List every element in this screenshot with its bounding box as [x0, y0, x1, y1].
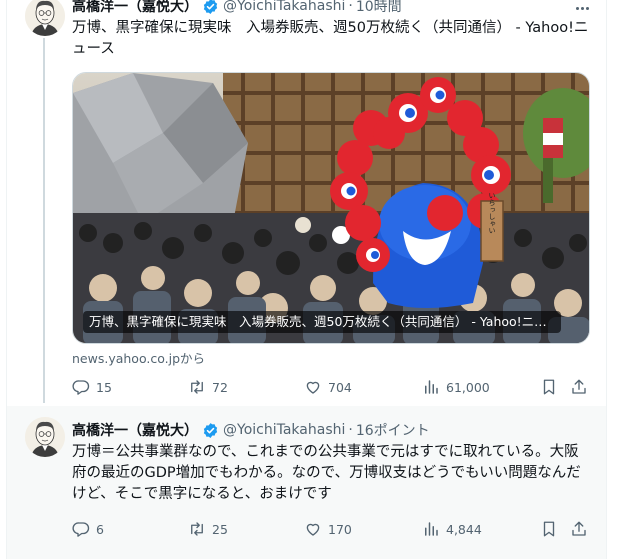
thread-connector-line: [43, 38, 45, 403]
share-button[interactable]: [570, 376, 588, 398]
link-card[interactable]: いらっしゃい 万博、黒字確保に現実味 入場券販売、週50万枚続く（共同通信） -…: [72, 72, 590, 344]
separator: ·: [348, 0, 353, 14]
bookmark-icon: [543, 521, 555, 537]
repost-button[interactable]: 72: [188, 376, 228, 398]
like-icon: [306, 523, 320, 536]
card-title[interactable]: 万博、黒字確保に現実味 入場券販売、週50万枚続く（共同通信） - Yahoo!…: [83, 311, 561, 333]
like-button[interactable]: 704: [304, 376, 352, 398]
timeline-border-right: [606, 0, 607, 559]
sign-board: いらっしゃい: [480, 192, 504, 262]
avatar[interactable]: [25, 0, 65, 36]
reply-button[interactable]: 15: [72, 376, 112, 398]
reply-text: 万博＝公共事業群なので、これまでの公共事業で元はすでに取れている。大阪府の最近の…: [72, 444, 581, 502]
share-button[interactable]: [570, 518, 588, 540]
author-name[interactable]: 高橋洋一（嘉悦大）: [72, 420, 198, 440]
reply-meta: 16ポイント: [355, 423, 430, 439]
views-button[interactable]: 4,844: [422, 518, 482, 540]
repost-button[interactable]: 25: [188, 518, 228, 540]
views-count: 61,000: [446, 379, 490, 395]
more-icon[interactable]: [570, 0, 594, 18]
repost-count: 72: [212, 379, 228, 395]
reply-icon: [72, 522, 90, 537]
share-icon: [572, 379, 586, 394]
views-button[interactable]: 61,000: [422, 376, 490, 398]
card-image: いらっしゃい: [73, 73, 589, 343]
reply-actions: 6 25 170 4,844: [72, 518, 592, 540]
post-header: 高橋洋一（嘉悦大） @YoichiTakahashi · 10時間: [72, 0, 402, 16]
share-icon: [572, 521, 586, 536]
bookmark-icon: [543, 379, 555, 395]
author-name[interactable]: 高橋洋一（嘉悦大）: [72, 0, 198, 16]
like-icon: [306, 381, 320, 394]
views-icon: [425, 522, 438, 536]
verified-badge-icon: [203, 422, 218, 438]
reply-icon: [72, 380, 90, 395]
bookmark-button[interactable]: [540, 376, 558, 398]
reply-count: 15: [96, 379, 112, 395]
repost-count: 25: [212, 521, 228, 537]
verified-badge-icon: [203, 0, 218, 14]
repost-icon: [191, 380, 203, 394]
like-button[interactable]: 170: [304, 518, 352, 540]
repost-icon: [191, 522, 203, 536]
sign-text: いらっしゃい: [488, 192, 496, 234]
reply-header: 高橋洋一（嘉悦大） @YoichiTakahashi · 16ポイント: [72, 420, 430, 440]
avatar-illustration: [25, 417, 65, 457]
post-timestamp[interactable]: 10時間: [356, 0, 402, 16]
avatar-illustration: [25, 0, 65, 36]
like-count: 170: [328, 521, 352, 537]
reply-avatar[interactable]: [25, 417, 65, 457]
post-actions: 15 72 704 61,000: [72, 376, 592, 398]
author-handle[interactable]: @YoichiTakahashi: [223, 0, 345, 14]
reply-button[interactable]: 6: [72, 518, 104, 540]
author-handle[interactable]: @YoichiTakahashi: [223, 422, 345, 438]
separator: ·: [348, 422, 353, 438]
views-icon: [425, 380, 438, 394]
like-count: 704: [328, 379, 352, 395]
post-text: 万博、黒字確保に現実味 入場券販売、週50万枚続く（共同通信） - Yahoo!…: [72, 20, 589, 57]
card-source[interactable]: news.yahoo.co.jpから: [72, 348, 205, 367]
reply-count: 6: [96, 521, 104, 537]
views-count: 4,844: [446, 521, 482, 537]
bookmark-button[interactable]: [540, 518, 558, 540]
